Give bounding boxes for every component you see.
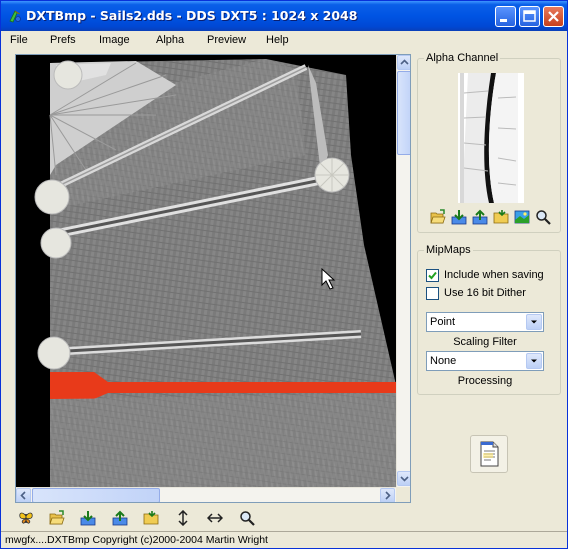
menu-preview[interactable]: Preview	[207, 34, 246, 46]
alpha-folder-button[interactable]	[491, 207, 511, 227]
alpha-channel-title: Alpha Channel	[424, 52, 501, 64]
scroll-down-button[interactable]	[397, 471, 410, 486]
close-icon	[548, 11, 559, 22]
alpha-export-button[interactable]	[470, 207, 490, 227]
open-button[interactable]	[46, 507, 68, 529]
processing-value: None	[430, 355, 457, 367]
alpha-channel-group: Alpha Channel	[417, 52, 561, 233]
menu-file[interactable]: File	[10, 34, 28, 46]
alpha-channel-preview[interactable]	[458, 73, 524, 203]
scaling-filter-dropdown-button[interactable]	[526, 314, 542, 330]
mipmaps-group: MipMaps Include when saving Use 16 bit D…	[417, 244, 561, 395]
window-title: DXTBmp - Sails2.dds - DDS DXT5 : 1024 x …	[26, 8, 358, 23]
flip-horizontal-icon	[207, 513, 223, 523]
flip-horizontal-button[interactable]	[204, 507, 226, 529]
processing-dropdown-button[interactable]	[526, 353, 542, 369]
edit-image-icon	[514, 210, 530, 224]
zoom-icon	[240, 511, 255, 526]
scroll-right-button[interactable]	[380, 488, 395, 502]
checkmark-icon	[428, 271, 437, 280]
chevron-down-icon	[531, 320, 537, 324]
vertical-scroll-thumb[interactable]	[397, 71, 410, 155]
import-icon	[80, 511, 96, 526]
horizontal-scrollbar[interactable]	[16, 487, 396, 502]
flip-vertical-button[interactable]	[172, 507, 194, 529]
alpha-edit-button[interactable]	[512, 207, 532, 227]
flip-vertical-icon	[178, 510, 188, 526]
scroll-up-button[interactable]	[397, 55, 410, 70]
use-16bit-dither-checkbox[interactable]	[426, 287, 439, 300]
alpha-import-button[interactable]	[449, 207, 469, 227]
vertical-scrollbar[interactable]	[396, 55, 410, 487]
sail-texture-image[interactable]	[16, 55, 396, 487]
notes-button[interactable]	[470, 435, 508, 473]
status-bar: mwgfx....DXTBmp Copyright (c)2000-2004 M…	[1, 531, 567, 548]
alpha-open-button[interactable]	[428, 207, 448, 227]
processing-caption: Processing	[457, 375, 513, 387]
minimize-button[interactable]	[495, 6, 516, 27]
scroll-left-button[interactable]	[16, 488, 31, 502]
maximize-button[interactable]	[519, 6, 540, 27]
horizontal-scroll-thumb[interactable]	[32, 488, 160, 502]
alpha-toolbar	[428, 207, 554, 227]
chevron-left-icon	[20, 491, 26, 500]
open-folder-icon	[430, 209, 446, 224]
menu-alpha[interactable]: Alpha	[156, 34, 184, 46]
export-icon	[112, 510, 128, 526]
mipmaps-title: MipMaps	[424, 244, 473, 256]
export-icon	[472, 209, 488, 225]
export-button[interactable]	[109, 507, 131, 529]
maximize-icon	[523, 10, 536, 22]
scaling-filter-value: Point	[430, 316, 456, 328]
butterfly-icon	[19, 512, 33, 524]
scaling-filter-select[interactable]: Point	[426, 312, 544, 332]
butterfly-button[interactable]	[15, 507, 37, 529]
title-bar[interactable]: DXTBmp - Sails2.dds - DDS DXT5 : 1024 x …	[1, 1, 567, 31]
dxtbmp-app-icon[interactable]	[7, 8, 23, 24]
chevron-down-icon	[531, 359, 537, 363]
menu-image[interactable]: Image	[99, 34, 130, 46]
processing-select[interactable]: None	[426, 351, 544, 371]
status-text: mwgfx....DXTBmp Copyright (c)2000-2004 M…	[5, 534, 268, 546]
menu-bar: File Prefs Image Alpha Preview Help	[1, 31, 567, 50]
main-toolbar	[15, 507, 275, 529]
chevron-up-icon	[400, 59, 409, 65]
minimize-icon	[500, 19, 507, 22]
menu-help[interactable]: Help	[266, 34, 289, 46]
import-icon	[451, 210, 467, 225]
folder-icon	[143, 511, 159, 525]
alpha-zoom-button[interactable]	[533, 207, 553, 227]
zoom-button[interactable]	[236, 507, 258, 529]
import-button[interactable]	[77, 507, 99, 529]
include-when-saving-checkbox[interactable]	[426, 269, 439, 282]
scroll-corner	[396, 487, 410, 502]
use-16bit-dither-label: Use 16 bit Dither	[444, 287, 526, 299]
menu-prefs[interactable]: Prefs	[50, 34, 76, 46]
folder-button[interactable]	[140, 507, 162, 529]
scaling-filter-caption: Scaling Filter	[453, 336, 517, 348]
chevron-down-icon	[400, 476, 409, 482]
include-when-saving-label: Include when saving	[444, 269, 544, 281]
open-folder-icon	[49, 510, 65, 525]
chevron-right-icon	[385, 491, 391, 500]
notepad-document-icon	[480, 441, 499, 467]
folder-icon	[493, 210, 509, 224]
zoom-icon	[536, 210, 551, 225]
application-window: DXTBmp - Sails2.dds - DDS DXT5 : 1024 x …	[0, 0, 568, 549]
image-viewport[interactable]	[15, 54, 411, 503]
close-button[interactable]	[543, 6, 564, 27]
